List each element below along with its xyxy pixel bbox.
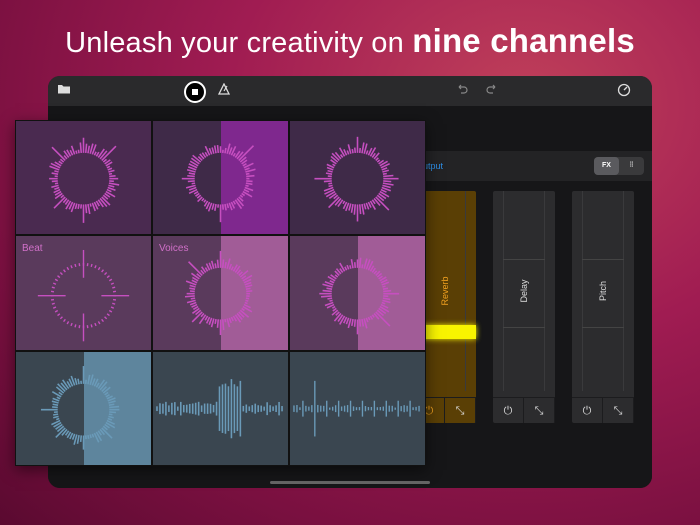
fx-strip-pitch[interactable]: Pitch ⏻ ⤡ [572,191,634,423]
home-indicator [270,481,430,484]
channel-pad-3[interactable] [290,121,425,235]
headline: Unleash your creativity on nine channels [0,22,700,60]
strip-label-pitch: Pitch [598,280,608,302]
fx-strip-delay[interactable]: Delay ⏻ ⤡ [493,191,555,423]
expand-icon[interactable]: ⤡ [524,398,555,423]
segment-fx[interactable]: FX [594,157,619,175]
channel-pad-7[interactable] [16,351,151,465]
folder-icon[interactable] [56,83,72,99]
pad-visualizer-wave [156,378,283,438]
output-label[interactable]: utput [423,161,443,171]
channel-pad-8[interactable] [153,351,288,465]
power-icon[interactable]: ⏻ [493,398,524,423]
power-icon[interactable]: ⏻ [572,398,603,423]
redo-icon[interactable] [484,83,500,99]
pad-visualizer-ring [181,143,256,223]
metronome-icon[interactable] [216,82,232,99]
channel-pad-2[interactable] [153,121,288,235]
pad-label: Voices [159,243,189,255]
pad-visualizer-ring [319,257,400,335]
strip-divider [503,259,545,260]
strip-buttons: ⏻ ⤡ [572,397,634,423]
channel-pad-6[interactable] [290,236,425,350]
pad-label: Beat [22,243,43,255]
segment-mixer[interactable]: ⫶⫶ [619,157,644,175]
pad-visualizer-spikes [293,380,420,437]
headline-emphasis: nine channels [412,22,635,59]
pad-visualizer-ring [40,365,120,450]
strip-label-delay: Delay [519,279,529,303]
channel-pad-5[interactable]: Voices [153,236,288,350]
channel-pad-4[interactable]: Beat [16,236,151,350]
expand-icon[interactable]: ⤡ [603,398,634,423]
channel-pad-9[interactable] [290,351,425,465]
channel-pad-grid: Beat Voices [15,120,426,466]
strip-buttons: ⏻ ⤡ [493,397,555,423]
stop-record-icon[interactable] [184,81,206,103]
expand-icon[interactable]: ⤡ [445,398,476,423]
channel-pad-1[interactable] [16,121,151,235]
pad-visualizer-ring [314,136,399,222]
strip-label-reverb: Reverb [440,276,450,306]
fx-mixer-segmented-control[interactable]: FX ⫶⫶ [594,157,644,175]
settings-icon[interactable] [616,83,632,99]
top-toolbar [48,76,652,106]
pad-visualizer-ring [49,137,120,223]
strip-divider [503,327,545,328]
undo-icon[interactable] [454,83,470,99]
headline-prefix: Unleash your creativity on [65,27,413,59]
strip-divider [582,327,624,328]
strip-divider [582,259,624,260]
